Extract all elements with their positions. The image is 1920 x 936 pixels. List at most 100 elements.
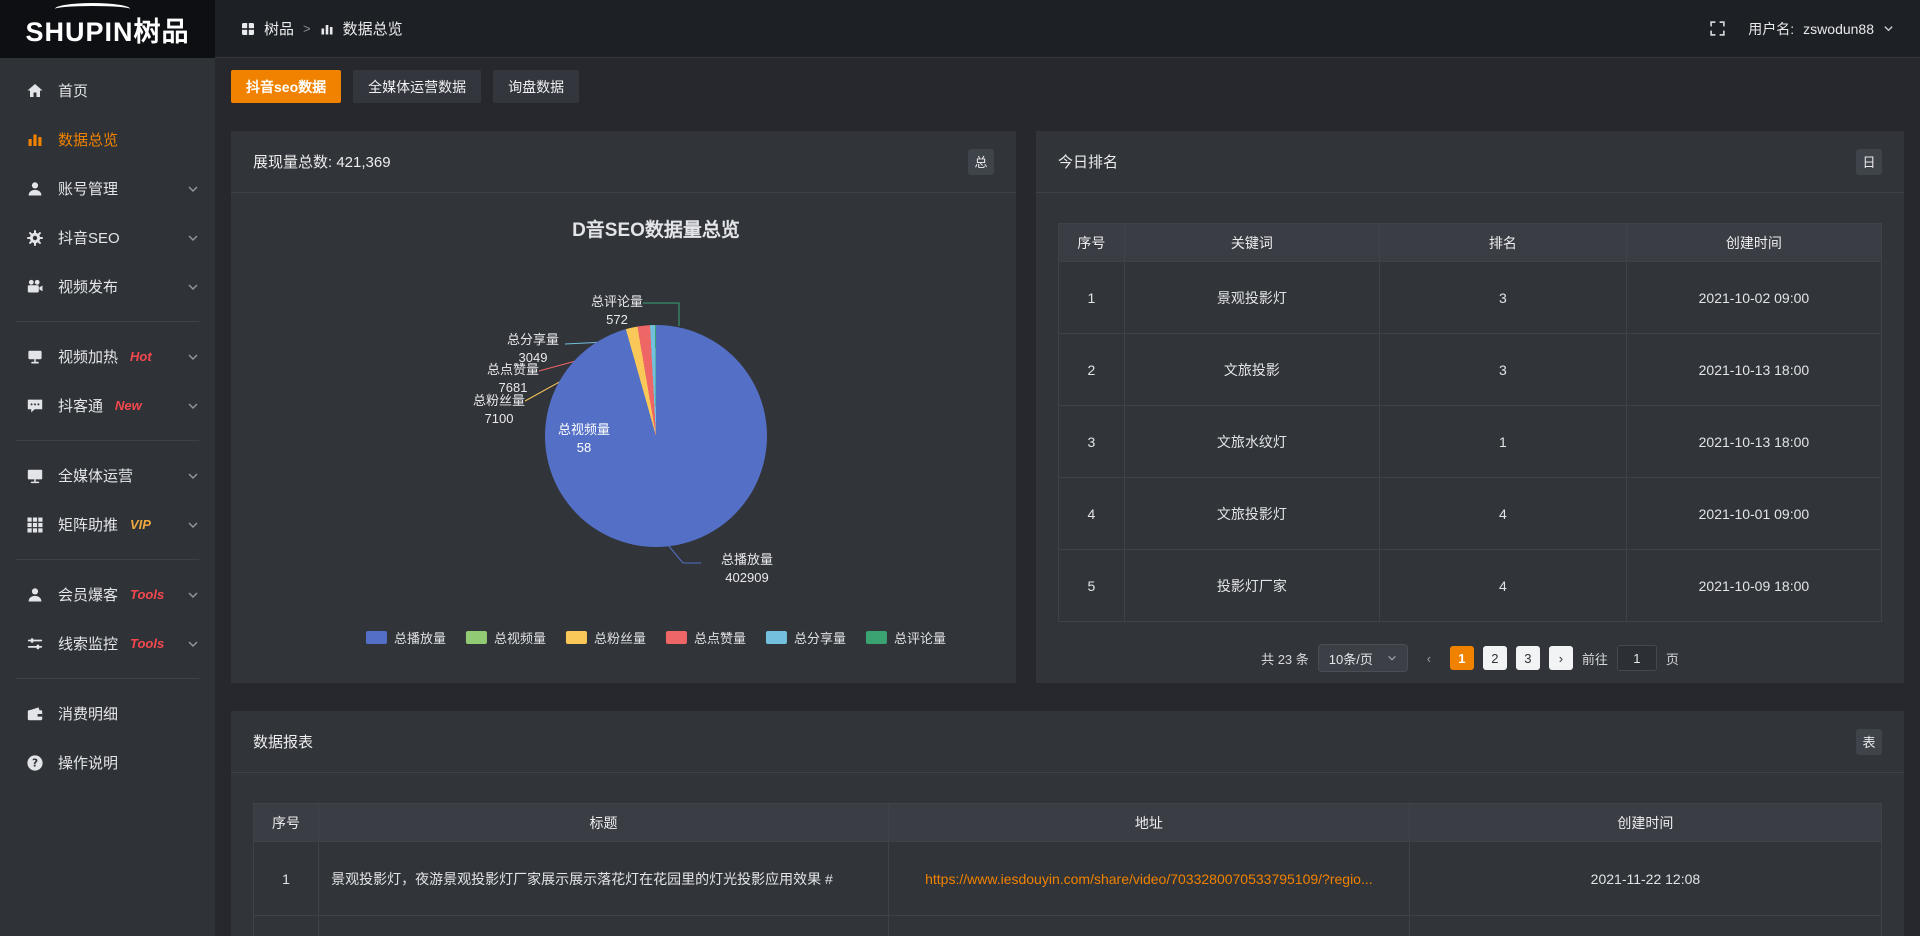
video-url-link[interactable]: https://www.iesdouyin.com/share/video/70…: [925, 871, 1373, 887]
page-size-select[interactable]: 10条/页: [1318, 644, 1408, 672]
tab-douyin-seo-data[interactable]: 抖音seo数据: [231, 70, 341, 103]
table-row: 1景观投影灯32021-10-02 09:00: [1059, 262, 1882, 334]
table-header-row: 序号 关键词 排名 创建时间: [1059, 224, 1882, 262]
sidebar-item-label: 抖客通: [58, 395, 103, 416]
billboard-icon: [25, 348, 45, 366]
chevron-down-icon: [1387, 653, 1397, 663]
table-toggle-button[interactable]: 表: [1856, 729, 1882, 755]
sidebar-item-douyin-seo[interactable]: 抖音SEO: [0, 213, 215, 262]
bar-chart-icon: [320, 22, 334, 36]
sidebar-item-home[interactable]: 首页: [0, 66, 215, 115]
page-button-3[interactable]: 3: [1516, 646, 1540, 670]
legend-swatch: [866, 631, 887, 644]
sidebar-item-label: 全媒体运营: [58, 465, 133, 486]
bar-chart-icon: [25, 131, 45, 149]
sidebar-item-label: 操作说明: [58, 752, 118, 773]
sidebar-item-label: 抖音SEO: [58, 227, 120, 248]
sidebar-item-label: 消费明细: [58, 703, 118, 724]
user-icon: [25, 180, 45, 198]
chevron-down-icon: [187, 400, 199, 412]
user-menu[interactable]: 用户名: zswodun88: [1748, 19, 1894, 39]
overview-panel: 展现量总数: 421,369 总 D音SEO数据量总览 总评论量572: [231, 131, 1016, 683]
chart-legend: 总播放量 总视频量 总粉丝量 总点赞量 总分享量 总评论量: [366, 628, 946, 647]
total-toggle-button[interactable]: 总: [968, 149, 994, 175]
table-row: 5投影灯厂家42021-10-09 18:00: [1059, 550, 1882, 622]
goto-label: 前往: [1582, 649, 1608, 668]
svg-text:?: ?: [32, 757, 38, 769]
video-title: 景观投影灯，夜游景观投影灯厂家展示展示落花灯在花园里的灯光投影应用效果 #: [319, 842, 889, 916]
legend-swatch: [366, 631, 387, 644]
goto-suffix: 页: [1666, 649, 1679, 668]
sidebar-item-video-publish[interactable]: 视频发布: [0, 262, 215, 311]
sliders-icon: [25, 635, 45, 653]
logo-arc-icon: [55, 3, 130, 15]
sidebar-item-member-baoke[interactable]: 会员爆客 Tools: [0, 570, 215, 619]
legend-item[interactable]: 总评论量: [866, 628, 946, 647]
chevron-down-icon: [187, 232, 199, 244]
sidebar-item-account[interactable]: 账号管理: [0, 164, 215, 213]
chat-bubble-icon: [25, 397, 45, 415]
sidebar-item-spend-detail[interactable]: 消费明细: [0, 689, 215, 738]
next-page-button[interactable]: ›: [1549, 646, 1573, 670]
report-panel: 数据报表 表 序号 标题 地址 创建时间 1 景观投影灯，夜游景观投影灯厂: [231, 711, 1904, 936]
chevron-down-icon: [1883, 23, 1894, 34]
prev-page-button[interactable]: ‹: [1417, 646, 1441, 670]
table-row: 2文旅投影32021-10-13 18:00: [1059, 334, 1882, 406]
report-panel-header: 数据报表 表: [231, 711, 1904, 773]
sidebar-item-omnimedia[interactable]: 全媒体运营: [0, 451, 215, 500]
sidebar-item-matrix-boost[interactable]: 矩阵助推 VIP: [0, 500, 215, 549]
pie-label-comments: 总评论量572: [569, 293, 665, 329]
home-icon: [25, 82, 45, 100]
tab-inquiry-data[interactable]: 询盘数据: [493, 70, 579, 103]
pie-label-plays: 总播放量402909: [699, 551, 795, 587]
sidebar-item-help[interactable]: ? 操作说明: [0, 738, 215, 787]
pie-chart: D音SEO数据量总览 总评论量572 总分享量3049: [231, 193, 1016, 682]
person-icon: [25, 586, 45, 604]
breadcrumb-root[interactable]: 树品: [264, 18, 294, 39]
topbar-right: 树品 > 数据总览 用户名: zswodun88: [215, 0, 1920, 58]
sidebar-item-label: 数据总览: [58, 129, 118, 150]
ranking-title: 今日排名: [1058, 151, 1118, 172]
breadcrumb: 树品 > 数据总览: [241, 18, 403, 39]
legend-item[interactable]: 总播放量: [366, 628, 446, 647]
page-button-1[interactable]: 1: [1450, 646, 1474, 670]
day-toggle-button[interactable]: 日: [1856, 149, 1882, 175]
tab-omnimedia-data[interactable]: 全媒体运营数据: [353, 70, 481, 103]
page-button-2[interactable]: 2: [1483, 646, 1507, 670]
fullscreen-icon[interactable]: [1709, 20, 1726, 37]
ranking-panel: 今日排名 日 序号 关键词 排名 创建时间: [1036, 131, 1904, 683]
tools-badge: Tools: [130, 636, 164, 651]
legend-item[interactable]: 总点赞量: [666, 628, 746, 647]
sidebar-item-label: 账号管理: [58, 178, 118, 199]
report-title: 数据报表: [253, 731, 313, 752]
goto-page-input[interactable]: [1617, 645, 1657, 671]
pagination: 共 23 条 10条/页 ‹ 1 2 3 › 前往 页: [1036, 644, 1904, 672]
chevron-down-icon: [187, 281, 199, 293]
pie-label-videos: 总视频量58: [536, 421, 632, 457]
sidebar-item-label: 首页: [58, 80, 88, 101]
sidebar-divider: [16, 678, 199, 679]
chevron-down-icon: [187, 519, 199, 531]
legend-item[interactable]: 总视频量: [466, 628, 546, 647]
chevron-down-icon: [187, 589, 199, 601]
legend-item[interactable]: 总粉丝量: [566, 628, 646, 647]
legend-item[interactable]: 总分享量: [766, 628, 846, 647]
logo-text-cn: 树品: [134, 17, 190, 47]
topbar: SHUPIN树品 树品 > 数据总览 用户名: zswodun88: [0, 0, 1920, 58]
monitor-icon: [25, 467, 45, 485]
hot-badge: Hot: [130, 349, 152, 364]
user-label: 用户名:: [1748, 19, 1794, 39]
sidebar-item-douketong[interactable]: 抖客通 New: [0, 381, 215, 430]
pie-label-fans: 总粉丝量7100: [451, 392, 547, 428]
sidebar-item-lead-monitor[interactable]: 线索监控 Tools: [0, 619, 215, 668]
sidebar-item-data-overview[interactable]: 数据总览: [0, 115, 215, 164]
ranking-panel-header: 今日排名 日: [1036, 131, 1904, 193]
table-row: [254, 916, 1882, 936]
breadcrumb-current[interactable]: 数据总览: [343, 18, 403, 39]
question-circle-icon: ?: [25, 754, 45, 772]
sidebar-item-video-heat[interactable]: 视频加热 Hot: [0, 332, 215, 381]
breadcrumb-separator: >: [303, 21, 311, 36]
chevron-down-icon: [187, 183, 199, 195]
legend-swatch: [566, 631, 587, 644]
sidebar-item-label: 会员爆客: [58, 584, 118, 605]
